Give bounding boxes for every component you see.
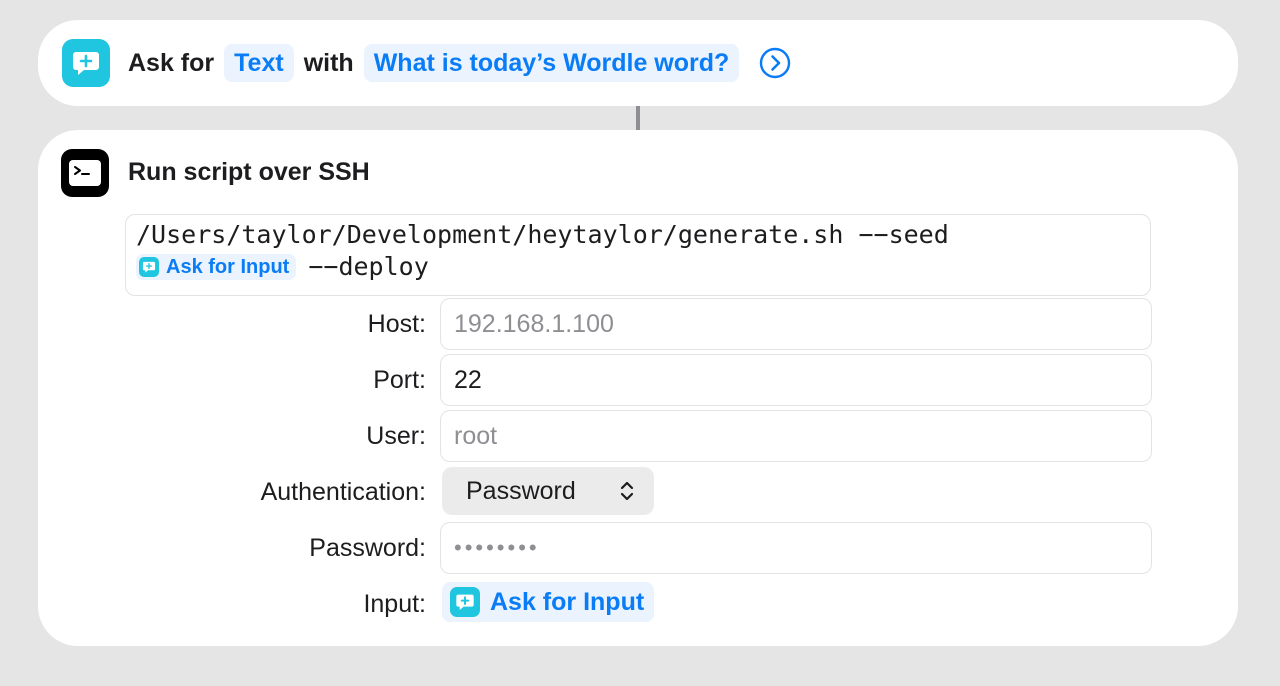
authentication-popup[interactable]: Password [442, 467, 654, 515]
host-field[interactable]: 192.168.1.100 [440, 298, 1152, 350]
input-token-label: Ask for Input [490, 587, 645, 616]
token-label: Ask for Input [166, 256, 290, 278]
ask-for-label: Ask for [128, 48, 215, 77]
action-title: Run script over SSH [128, 158, 370, 186]
host-label: Host: [367, 309, 426, 338]
action-connector [636, 106, 640, 130]
port-row: Port: 22 [38, 354, 1238, 406]
ask-action-sentence: Ask for Text with What is today’s Wordle… [128, 20, 791, 106]
user-row: User: root [38, 410, 1238, 462]
prompt-token[interactable]: What is today’s Wordle word? [363, 44, 740, 82]
user-label: User: [366, 421, 426, 450]
run-script-over-ssh-action: Run script over SSH /Users/taylor/Develo… [38, 130, 1238, 646]
script-line-2: Ask for Input −−deploy [136, 251, 1140, 283]
with-label: with [303, 48, 354, 77]
expand-button[interactable] [759, 47, 791, 79]
port-field[interactable]: 22 [440, 354, 1152, 406]
authentication-row: Authentication: Password [38, 466, 1238, 518]
chevron-up-down-icon [620, 481, 634, 501]
terminal-icon [61, 149, 109, 197]
password-label: Password: [309, 533, 426, 562]
script-line-2-suffix: −−deploy [308, 252, 429, 281]
ask-for-input-icon [62, 39, 110, 87]
input-label: Input: [363, 589, 426, 618]
port-label: Port: [373, 365, 426, 394]
input-variable-token[interactable]: Ask for Input [442, 582, 655, 622]
ask-for-input-action: Ask for Text with What is today’s Wordle… [38, 20, 1238, 106]
user-field[interactable]: root [440, 410, 1152, 462]
authentication-label: Authentication: [260, 477, 426, 506]
ask-for-input-icon [450, 587, 480, 617]
ask-for-input-icon [139, 257, 159, 277]
script-line-1: /Users/taylor/Development/heytaylor/gene… [136, 220, 949, 249]
ask-for-input-variable-token[interactable]: Ask for Input [136, 254, 297, 280]
password-field[interactable]: •••••••• [440, 522, 1152, 574]
password-row: Password: •••••••• [38, 522, 1238, 574]
authentication-value: Password [466, 476, 576, 505]
chevron-right-circle-icon [760, 47, 791, 79]
input-row: Input: Ask for Input [38, 580, 1238, 632]
host-row: Host: 192.168.1.100 [38, 298, 1238, 350]
script-text-field[interactable]: /Users/taylor/Development/heytaylor/gene… [125, 214, 1151, 296]
input-type-token[interactable]: Text [224, 44, 294, 82]
